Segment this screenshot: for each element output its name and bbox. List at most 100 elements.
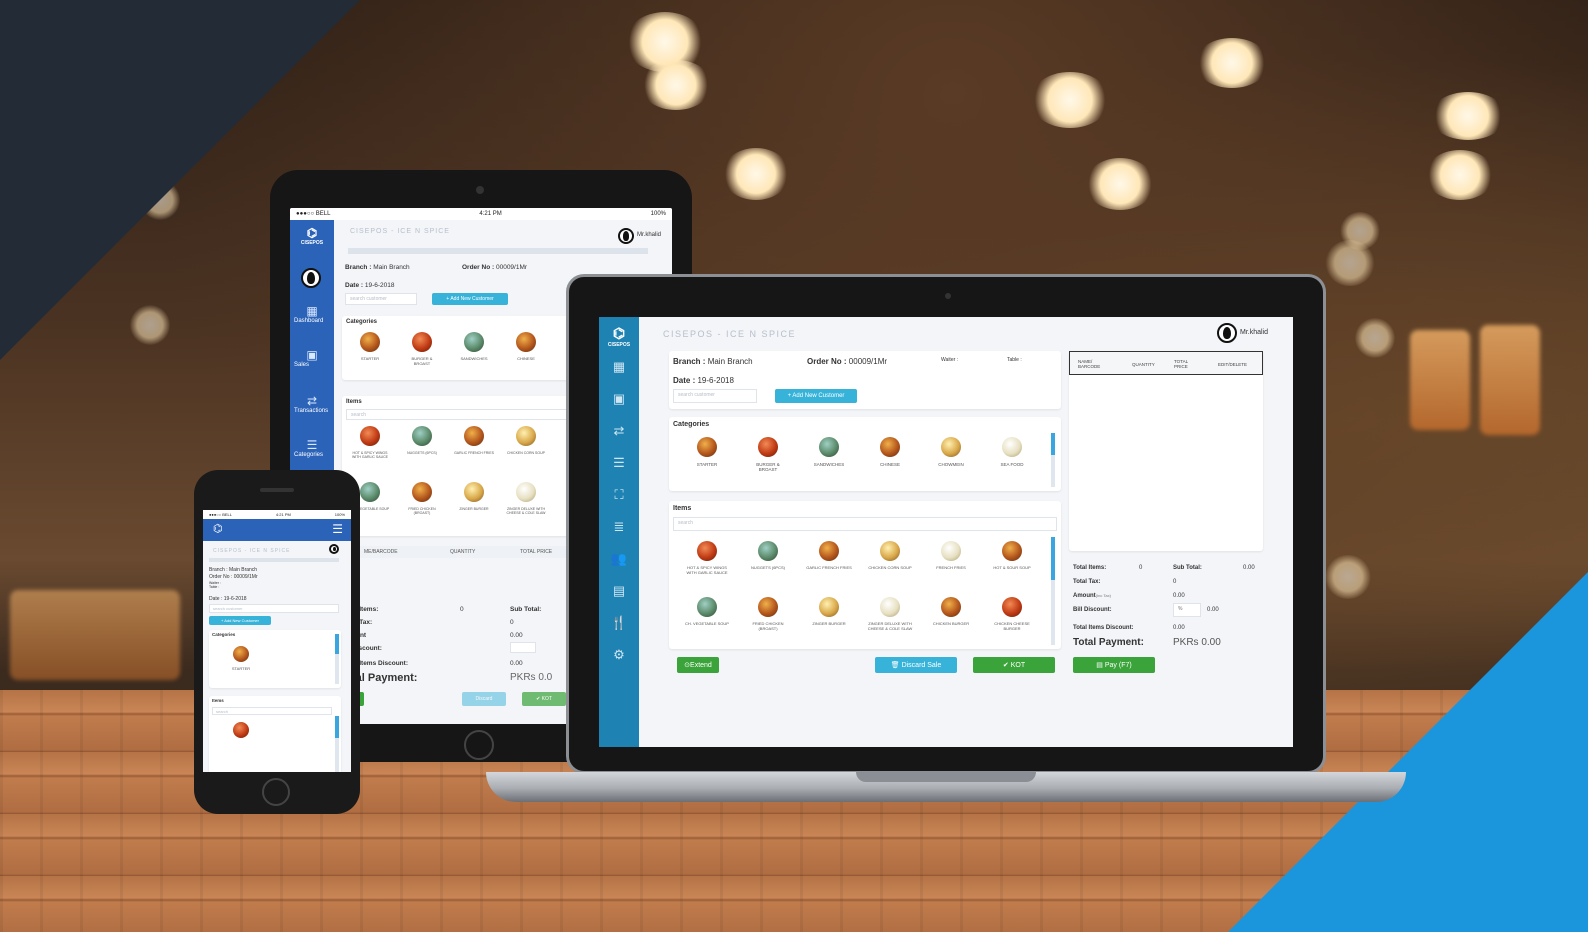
item-image[interactable]: [819, 597, 839, 617]
item-label[interactable]: GARLIC FRENCH FRIES: [454, 451, 494, 455]
sidebar-item-transactions[interactable]: ⇄ Transactions: [290, 394, 334, 414]
category-label[interactable]: STARTER: [352, 356, 388, 362]
logo-icon[interactable]: ⌬: [213, 522, 223, 535]
item-label[interactable]: NUGGETS (6PCS): [745, 565, 791, 571]
item-label[interactable]: ZINGER DELUXE WITH CHEESE & COLE SLAW: [506, 507, 546, 515]
hierarchy-icon[interactable]: ⛶: [599, 487, 639, 503]
item-image[interactable]: [360, 482, 380, 502]
add-customer-button[interactable]: + Add New Customer: [432, 293, 508, 305]
users-icon[interactable]: 👥: [599, 551, 639, 567]
list-icon[interactable]: ≣: [599, 519, 639, 535]
add-customer-button[interactable]: + Add New Customer: [209, 616, 271, 625]
kot-button[interactable]: ✔ KOT: [973, 657, 1055, 673]
category-label[interactable]: SANDWICHES: [456, 356, 492, 362]
item-image[interactable]: [880, 541, 900, 561]
category-label[interactable]: BURGER & BROAST: [747, 462, 789, 472]
item-label[interactable]: ZINGER BURGER: [454, 507, 494, 511]
items-scrollbar[interactable]: [1051, 537, 1055, 645]
category-label[interactable]: STARTER: [686, 462, 728, 467]
category-image[interactable]: [758, 437, 778, 457]
dashboard-icon[interactable]: ▦: [599, 359, 639, 375]
category-image[interactable]: [233, 646, 249, 662]
item-label[interactable]: GARLIC FRENCH FRIES: [806, 565, 852, 571]
item-image[interactable]: [412, 482, 432, 502]
search-customer-input[interactable]: search customer: [209, 604, 339, 613]
category-label[interactable]: CHINESE: [869, 462, 911, 467]
kot-button[interactable]: ✔ KOT: [522, 692, 566, 706]
category-label[interactable]: SEA FOOD: [991, 462, 1033, 467]
item-image[interactable]: [412, 426, 432, 446]
categories-scrollbar[interactable]: [1051, 433, 1055, 487]
item-image[interactable]: [941, 541, 961, 561]
items-scrollbar[interactable]: [335, 716, 339, 772]
item-image[interactable]: [464, 482, 484, 502]
category-label[interactable]: CHOWMEIN: [930, 462, 972, 467]
gear-icon[interactable]: ⚙: [599, 647, 639, 663]
item-label[interactable]: HOT & SPICY WINGS WITH GARLIC SAUCE: [350, 451, 390, 459]
avatar[interactable]: [301, 268, 321, 288]
transactions-icon[interactable]: ⇄: [599, 423, 639, 439]
item-label[interactable]: FRIED CHICKEN (BROAST): [402, 507, 442, 515]
sidebar-item-sales[interactable]: ▣ Sales: [290, 348, 334, 368]
category-image[interactable]: [880, 437, 900, 457]
home-button[interactable]: [262, 778, 290, 806]
category-image[interactable]: [412, 332, 432, 352]
category-image[interactable]: [941, 437, 961, 457]
category-label[interactable]: SANDWICHES: [808, 462, 850, 467]
add-customer-button[interactable]: + Add New Customer: [775, 389, 857, 403]
categories-icon[interactable]: ☰: [599, 455, 639, 471]
item-label[interactable]: HOT & SPICY WINGS WITH GARLIC SAUCE: [684, 565, 730, 575]
category-label[interactable]: STARTER: [223, 666, 259, 672]
category-image[interactable]: [360, 332, 380, 352]
user-name[interactable]: Mr.khalid: [637, 232, 661, 238]
discard-sale-button[interactable]: 🗑 Discard Sale: [875, 657, 957, 673]
search-customer-input[interactable]: search customer: [673, 389, 757, 403]
category-image[interactable]: [697, 437, 717, 457]
category-image[interactable]: [1002, 437, 1022, 457]
item-image[interactable]: [464, 426, 484, 446]
item-image[interactable]: [233, 722, 249, 738]
sales-icon[interactable]: ▣: [599, 391, 639, 407]
item-image[interactable]: [697, 541, 717, 561]
search-customer-input[interactable]: search customer: [345, 293, 417, 305]
sidebar-item-categories[interactable]: ☰ Categories: [290, 438, 334, 458]
menu-icon[interactable]: ☰: [332, 522, 343, 536]
user-avatar[interactable]: [329, 544, 339, 554]
user-avatar[interactable]: [1217, 323, 1237, 343]
category-label[interactable]: BURGER & BROAST: [404, 356, 440, 366]
pay-button[interactable]: ▤ Pay (F7): [1073, 657, 1155, 673]
category-image[interactable]: [464, 332, 484, 352]
item-image[interactable]: [360, 426, 380, 446]
item-label[interactable]: CHICKEN CORN SOUP: [506, 451, 546, 455]
item-image[interactable]: [697, 597, 717, 617]
category-image[interactable]: [819, 437, 839, 457]
app-logo[interactable]: ⌬ CISEPOS: [290, 226, 334, 246]
items-search-input[interactable]: search: [212, 707, 332, 715]
item-image[interactable]: [758, 541, 778, 561]
bill-discount-input[interactable]: %: [1173, 603, 1201, 617]
items-search-input[interactable]: search: [673, 517, 1057, 531]
bill-discount-input[interactable]: [510, 642, 536, 653]
item-label[interactable]: CHICKEN BURGER: [928, 621, 974, 627]
item-label[interactable]: ZINGER BURGER: [806, 621, 852, 627]
item-label[interactable]: HOT & SOUR SOUP: [989, 565, 1035, 571]
category-label[interactable]: CHINESE: [508, 356, 544, 362]
item-label[interactable]: FRENCH FRIES: [928, 565, 974, 571]
extend-button[interactable]: ⊙Extend: [677, 657, 719, 673]
item-image[interactable]: [880, 597, 900, 617]
item-image[interactable]: [758, 597, 778, 617]
discard-sale-button[interactable]: Discard: [462, 692, 506, 706]
item-label[interactable]: NUGGETS (6PCS): [402, 451, 442, 455]
category-image[interactable]: [516, 332, 536, 352]
item-image[interactable]: [1002, 541, 1022, 561]
item-image[interactable]: [516, 482, 536, 502]
sidebar-item-dashboard[interactable]: ▦ Dashboard: [290, 304, 334, 324]
item-label[interactable]: ZINGER DELUXE WITH CHEESE & COLE SLAW: [867, 621, 913, 631]
item-image[interactable]: [819, 541, 839, 561]
item-label[interactable]: CH. VEGETABLE SOUP: [684, 621, 730, 627]
app-logo[interactable]: ⌬ CISEPOS: [599, 325, 639, 348]
document-icon[interactable]: ▤: [599, 583, 639, 599]
home-button[interactable]: [464, 730, 494, 760]
item-label[interactable]: FRIED CHICKEN (BROAST): [745, 621, 791, 631]
utensils-icon[interactable]: 🍴: [599, 615, 639, 631]
